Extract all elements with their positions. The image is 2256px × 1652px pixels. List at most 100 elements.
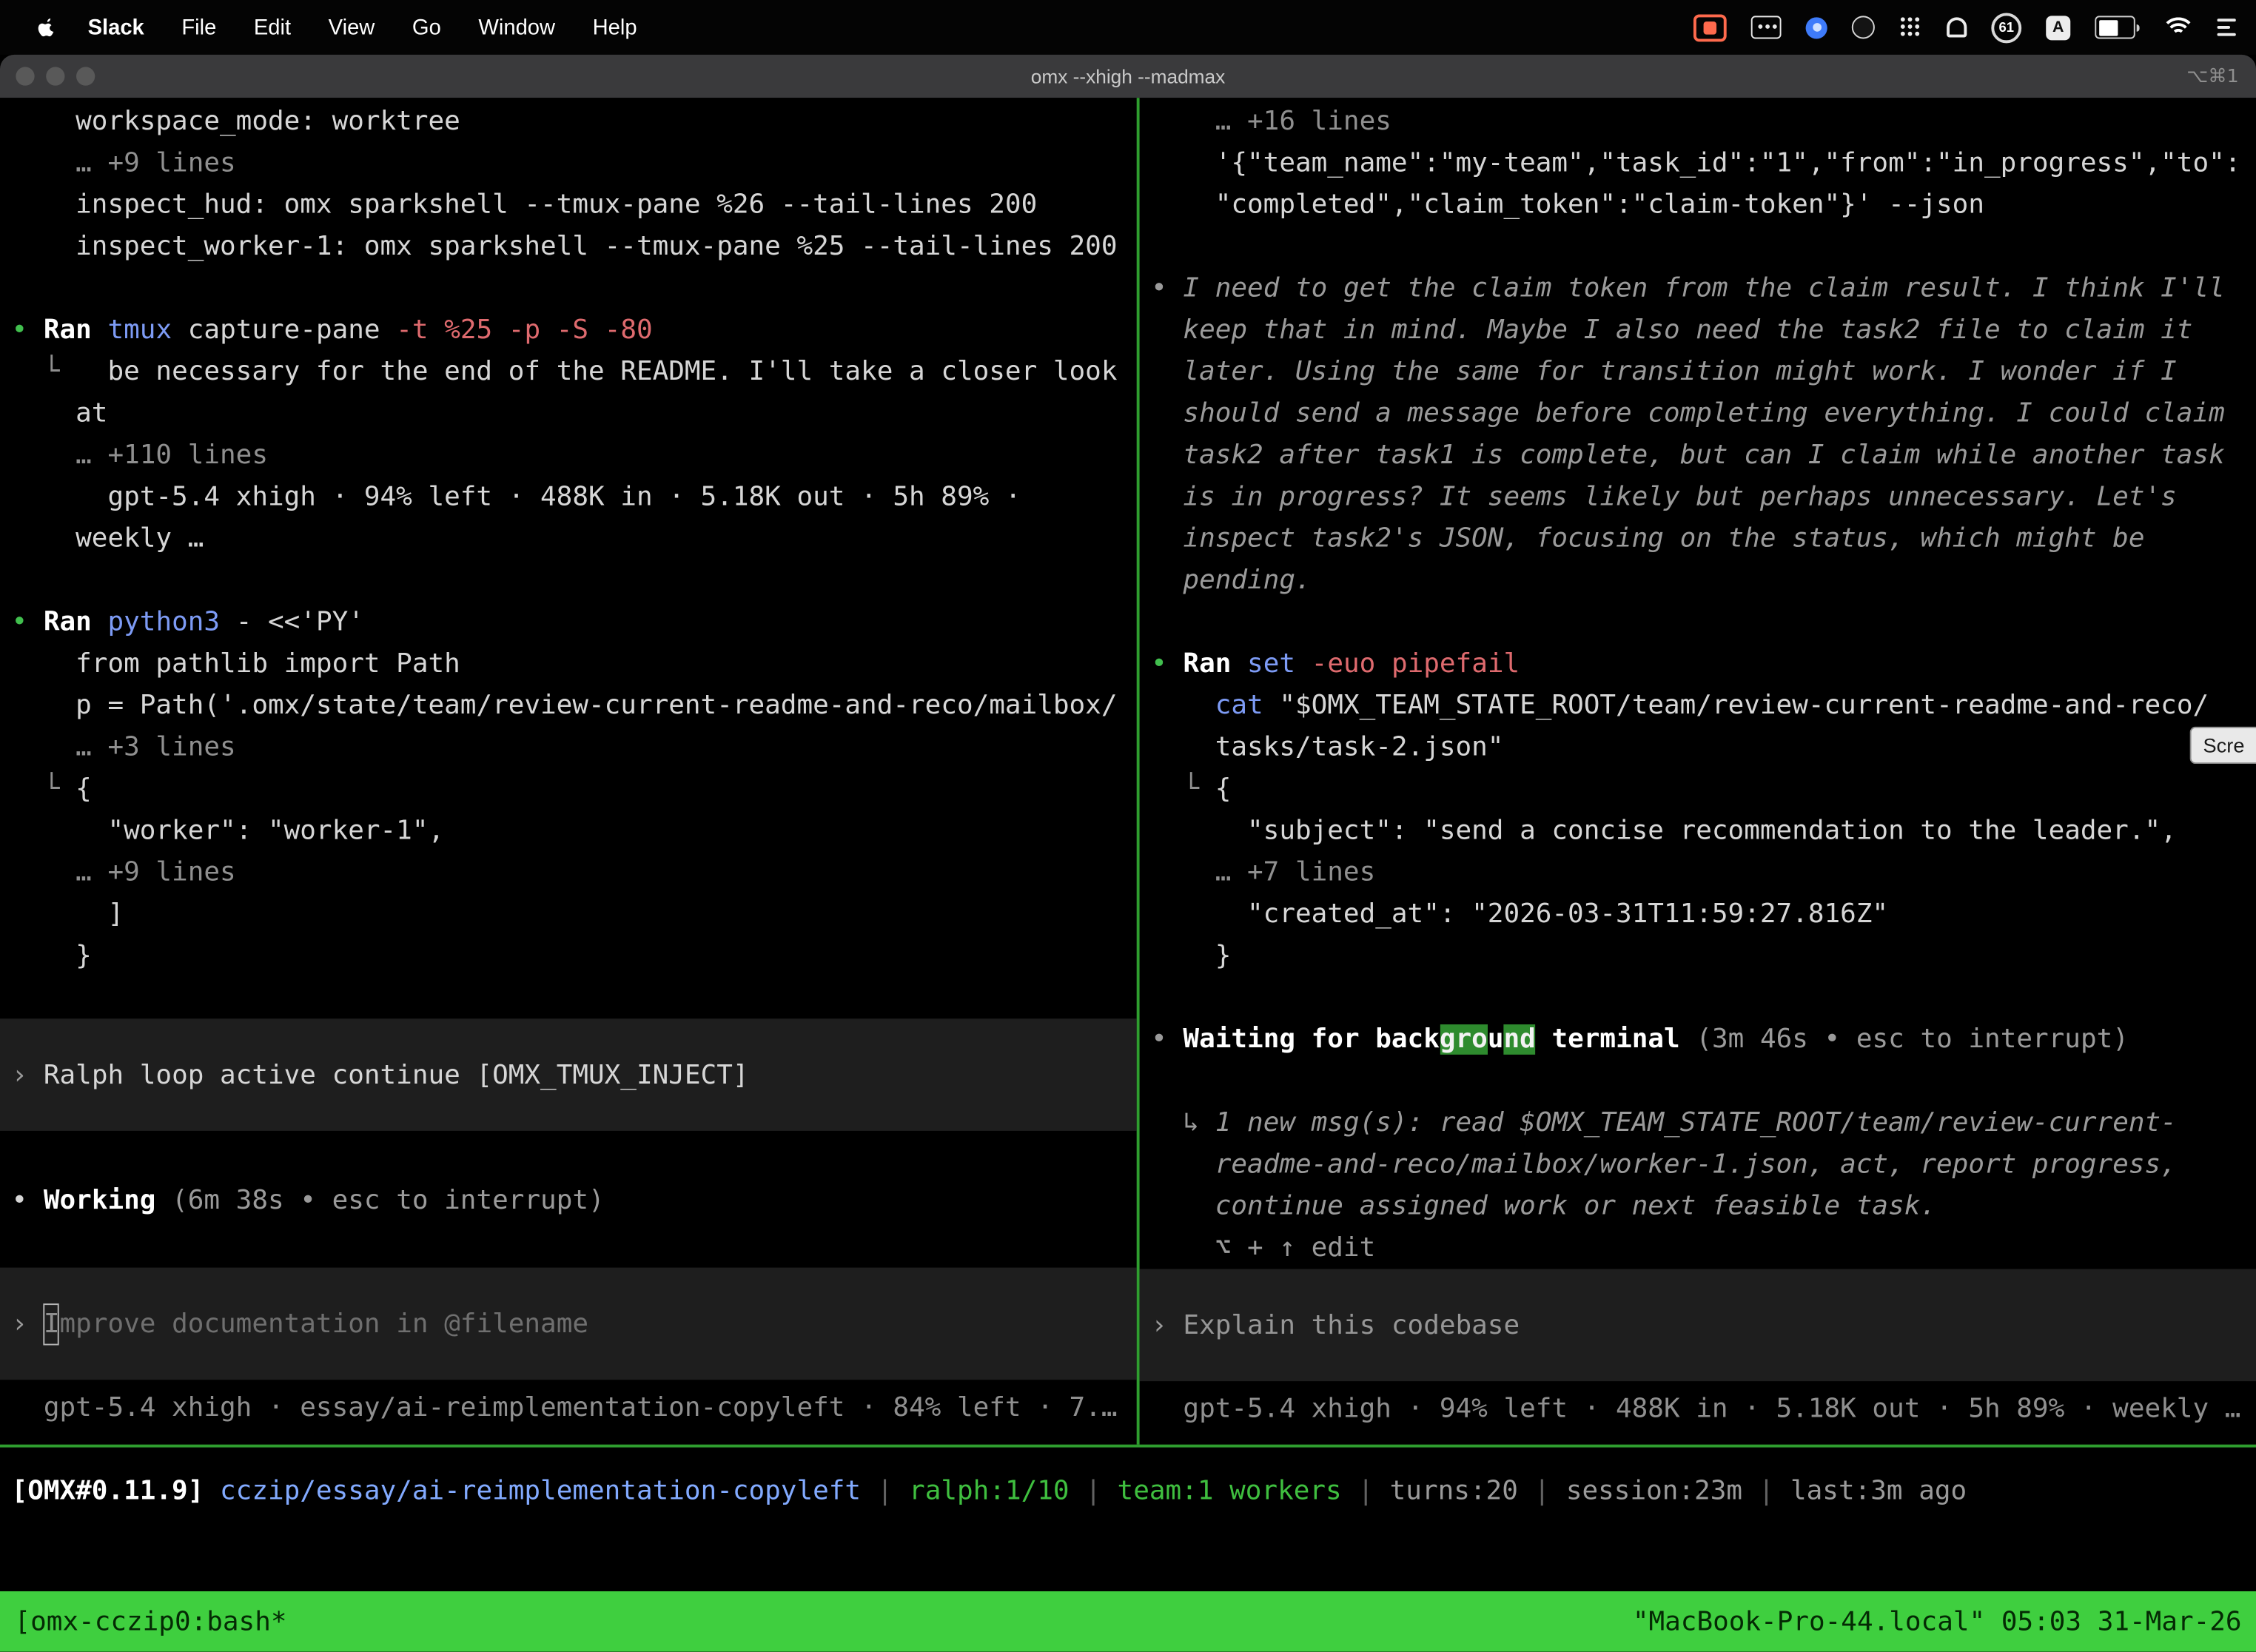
left-prompt-input[interactable]: › Improve documentation in @filename — [0, 1268, 1137, 1380]
terminal-line: • Ran set -euo pipefail — [1140, 643, 2256, 685]
terminal-line: "completed","claim_token":"claim-token"}… — [1140, 184, 2256, 226]
terminal-line — [1140, 977, 2256, 1018]
right-pane-scrollback: … +16 lines '{"team_name":"my-team","tas… — [1140, 101, 2256, 1269]
tmux-session-label: [omx-cczip0:bash* — [14, 1601, 286, 1642]
close-button[interactable] — [16, 67, 34, 85]
apple-icon — [35, 14, 56, 40]
terminal-line: • Ran python3 - <<'PY' — [0, 602, 1137, 643]
ghost-icon[interactable] — [1947, 17, 1967, 37]
terminal-line: '{"team_name":"my-team","task_id":"1","f… — [1140, 142, 2256, 184]
terminal-line: ⌥ + ↑ edit — [1140, 1227, 2256, 1269]
terminal-line: └ be necessary for the end of the README… — [0, 351, 1137, 392]
terminal-line: └ { — [1140, 768, 2256, 810]
menu-view[interactable]: View — [329, 15, 375, 39]
terminal-line: inspect_hud: omx sparkshell --tmux-pane … — [0, 184, 1137, 226]
screen-record-icon[interactable] — [1693, 13, 1727, 41]
tmux-panes: workspace_mode: worktree … +9 lines insp… — [0, 98, 2256, 1447]
terminal-line: ↳ 1 new msg(s): read $OMX_TEAM_STATE_ROO… — [1140, 1102, 2256, 1144]
menu-window[interactable]: Window — [478, 15, 555, 39]
terminal-line: later. Using the same for transition mig… — [1140, 351, 2256, 392]
terminal-line — [1140, 602, 2256, 643]
terminal-line — [0, 268, 1137, 309]
dark-circle-app-icon[interactable] — [1852, 16, 1875, 38]
window-title: omx --xhigh --madmax — [1031, 65, 1225, 87]
terminal: workspace_mode: worktree … +9 lines insp… — [0, 98, 2256, 1651]
zoom-button[interactable] — [76, 67, 95, 85]
terminal-line: ] — [0, 893, 1137, 935]
terminal-line: … +7 lines — [1140, 852, 2256, 893]
terminal-line: └ { — [0, 768, 1137, 810]
working-status: • Working (6m 38s • esc to interrupt) — [0, 1180, 1137, 1221]
terminal-line — [0, 977, 1137, 1018]
right-prompt-text: › Explain this codebase — [1140, 1304, 1520, 1346]
terminal-line: … +9 lines — [0, 852, 1137, 893]
menu-edit[interactable]: Edit — [254, 15, 291, 39]
terminal-line: … +110 lines — [0, 434, 1137, 476]
terminal-line: … +16 lines — [1140, 101, 2256, 142]
inject-banner-text: › Ralph loop active continue [OMX_TMUX_I… — [0, 1054, 749, 1095]
terminal-line: } — [1140, 936, 2256, 977]
terminal-line: • Ran tmux capture-pane -t %25 -p -S -80 — [0, 309, 1137, 351]
terminal-line: } — [0, 936, 1137, 977]
tmux-status-bar: [omx-cczip0:bash* "MacBook-Pro-44.local"… — [0, 1591, 2256, 1652]
terminal-line — [0, 560, 1137, 601]
terminal-line: "created_at": "2026-03-31T11:59:27.816Z" — [1140, 893, 2256, 935]
left-pane-scrollback: workspace_mode: worktree … +9 lines insp… — [0, 101, 1137, 1018]
terminal-line: continue assigned work or next feasible … — [1140, 1186, 2256, 1227]
menu-bar-status-area: 61 A — [1693, 13, 2236, 43]
terminal-line: readme-and-reco/mailbox/worker-1.json, a… — [1140, 1144, 2256, 1185]
active-app-menu[interactable]: Slack — [88, 15, 144, 39]
apple-menu[interactable] — [35, 14, 56, 40]
keyboard-grid-icon[interactable] — [1751, 16, 1782, 38]
menu-bar: Slack File Edit View Go Window Help 61 A — [0, 0, 2256, 55]
terminal-line: task2 after task1 is complete, but can I… — [1140, 434, 2256, 476]
terminal-line: • Waiting for background terminal (3m 46… — [1140, 1018, 2256, 1060]
menu-help[interactable]: Help — [593, 15, 637, 39]
screen-tooltip: Scre — [2190, 727, 2256, 765]
terminal-line: keep that in mind. Maybe I also need the… — [1140, 309, 2256, 351]
left-pane[interactable]: workspace_mode: worktree … +9 lines insp… — [0, 98, 1140, 1444]
terminal-line: • I need to get the claim token from the… — [1140, 268, 2256, 309]
terminal-line: "worker": "worker-1", — [0, 810, 1137, 851]
right-prompt-input[interactable]: › Explain this codebase — [1140, 1269, 2256, 1382]
inject-banner: › Ralph loop active continue [OMX_TMUX_I… — [0, 1018, 1137, 1131]
terminal-line: from pathlib import Path — [0, 643, 1137, 685]
battery-icon[interactable] — [2095, 16, 2139, 38]
terminal-line: inspect_worker-1: omx sparkshell --tmux-… — [0, 226, 1137, 267]
menu-go[interactable]: Go — [412, 15, 441, 39]
terminal-line — [1140, 1061, 2256, 1102]
terminal-line: "subject": "send a concise recommendatio… — [1140, 810, 2256, 851]
traffic-lights — [16, 67, 95, 85]
tmux-host-clock: "MacBook-Pro-44.local" 05:03 31-Mar-26 — [1633, 1601, 2242, 1642]
control-center-icon[interactable] — [2218, 19, 2236, 36]
right-status-footer: gpt-5.4 xhigh · 94% left · 488K in · 5.1… — [1140, 1389, 2256, 1430]
terminal-line: … +3 lines — [0, 727, 1137, 768]
terminal-line: inspect task2's JSON, focusing on the st… — [1140, 518, 2256, 560]
terminal-line: cat "$OMX_TEAM_STATE_ROOT/team/review-cu… — [1140, 685, 2256, 726]
terminal-line: tasks/task-2.json" — [1140, 727, 2256, 768]
desktop: Slack File Edit View Go Window Help 61 A… — [0, 0, 2256, 1652]
menu-file[interactable]: File — [181, 15, 216, 39]
left-prompt-text: › Improve documentation in @filename — [0, 1303, 588, 1344]
window-shortcut-badge: ⌥⌘1 — [2186, 65, 2238, 87]
left-status-footer: gpt-5.4 xhigh · essay/ai-reimplementatio… — [0, 1387, 1137, 1428]
terminal-line: is in progress? It seems likely but perh… — [1140, 476, 2256, 517]
battery-percent-badge[interactable]: 61 — [1991, 13, 2021, 43]
minimize-button[interactable] — [46, 67, 64, 85]
terminal-line: p = Path('.omx/state/team/review-current… — [0, 685, 1137, 726]
wifi-icon[interactable] — [2164, 16, 2193, 38]
blue-app-icon[interactable] — [1806, 16, 1827, 38]
terminal-line: gpt-5.4 xhigh · 94% left · 488K in · 5.1… — [0, 476, 1137, 517]
terminal-line — [1140, 226, 2256, 267]
omx-status-line: [OMX#0.11.9] cczip/essay/ai-reimplementa… — [0, 1471, 2256, 1512]
keyboard-layout-icon[interactable]: A — [2046, 15, 2070, 39]
window-title-bar[interactable]: omx --xhigh --madmax ⌥⌘1 — [0, 55, 2256, 98]
right-pane[interactable]: … +16 lines '{"team_name":"my-team","tas… — [1140, 98, 2256, 1444]
dots-grid-icon[interactable] — [1899, 16, 1922, 38]
terminal-line: … +9 lines — [0, 142, 1137, 184]
terminal-line: weekly … — [0, 518, 1137, 560]
terminal-line: should send a message before completing … — [1140, 393, 2256, 434]
terminal-line: pending. — [1140, 560, 2256, 601]
terminal-line: at — [0, 393, 1137, 434]
terminal-line: workspace_mode: worktree — [0, 101, 1137, 142]
